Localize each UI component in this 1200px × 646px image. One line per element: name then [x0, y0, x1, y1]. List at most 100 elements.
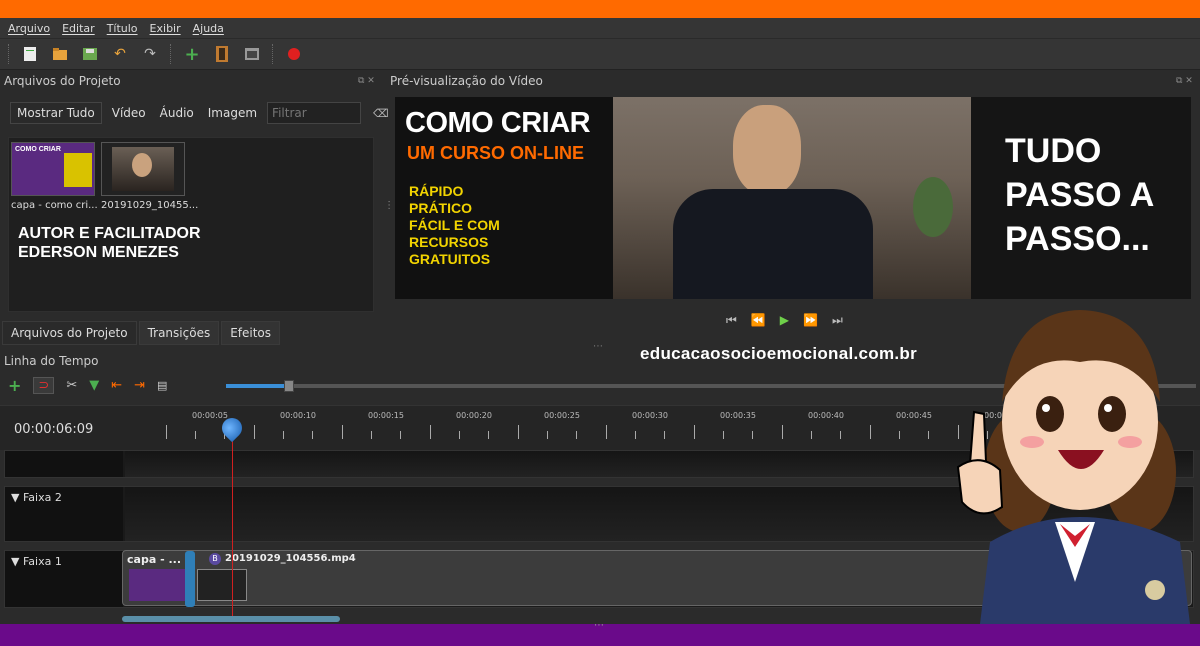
ruler-tick [811, 431, 812, 439]
tab-project-files[interactable]: Arquivos do Projeto [2, 321, 137, 345]
filter-video[interactable]: Vídeo [108, 102, 150, 124]
transition-marker[interactable] [185, 551, 195, 607]
menu-editar[interactable]: Editar [62, 22, 95, 35]
ruler-tick [400, 431, 401, 439]
file-thumb-video[interactable] [101, 142, 185, 196]
playhead-line[interactable] [232, 420, 233, 620]
tab-transitions[interactable]: Transições [138, 321, 220, 345]
ruler-tick [723, 431, 724, 439]
next-marker-icon[interactable]: ⇥ [134, 378, 145, 393]
jump-start-icon[interactable]: ⏮ [726, 313, 737, 328]
record-icon[interactable] [284, 44, 304, 64]
clear-filter-icon[interactable]: ⌫ [373, 107, 389, 120]
timeline-toolbar: + ⊃ ✂ ▼ ⇤ ⇥ ▤ [8, 376, 167, 395]
filter-bar: Mostrar Tudo Vídeo Áudio Imagem ⌫ [10, 102, 389, 124]
clip-capa-label: capa - ... [127, 553, 182, 566]
ruler-tick [576, 431, 577, 439]
zoom-slider-fill [226, 384, 288, 388]
redo-icon[interactable]: ↷ [140, 44, 160, 64]
add-marker-icon[interactable]: ▼ [89, 378, 99, 393]
snap-icon[interactable]: ⊃ [33, 377, 55, 394]
zoom-slider-handle[interactable] [284, 380, 294, 392]
ruler-tick-label: 00:00:15 [368, 411, 404, 420]
undo-icon[interactable]: ↶ [110, 44, 130, 64]
menu-bar: Arquivo Editar Título Exibir Ajuda [0, 18, 1200, 38]
tagline-line-2: PASSO A [1005, 176, 1155, 214]
subheadline: UM CURSO ON-LINE [407, 143, 584, 163]
thumb-title: COMO CRIAR [15, 146, 61, 153]
bottom-brand-bar: ⋯ [0, 620, 1200, 646]
ruler-tick-label: 00:00:10 [280, 411, 316, 420]
ruler-tick-label: 00:00:45 [896, 411, 932, 420]
track-label: ▼ Faixa 1 [5, 551, 123, 607]
menu-ajuda[interactable]: Ajuda [193, 22, 224, 35]
ruler-tick [547, 431, 548, 439]
fullscreen-icon[interactable] [242, 44, 262, 64]
feature-4: RECURSOS [409, 234, 489, 250]
title-card: COMO CRIAR UM CURSO ON-LINE RÁPIDO PRÁTI… [395, 97, 613, 299]
ruler-tick [928, 431, 929, 439]
plant-shape [913, 177, 953, 237]
ruler-tick [899, 431, 900, 439]
ruler-tick-label: 00:00:35 [720, 411, 756, 420]
feature-3: FÁCIL E COM [409, 217, 500, 233]
filter-show-all[interactable]: Mostrar Tudo [10, 102, 102, 124]
track-label: ▼ Faixa 2 [5, 487, 123, 541]
file-label-video: 20191029_10455... [101, 200, 199, 211]
open-project-icon[interactable] [50, 44, 70, 64]
ruler-tick [664, 431, 665, 439]
filter-audio[interactable]: Áudio [156, 102, 198, 124]
razor-icon[interactable]: ✂ [66, 378, 77, 393]
collapse-icon[interactable]: ▼ [11, 555, 19, 568]
ruler-tick [166, 425, 167, 439]
author-line-2: EDERSON MENEZES [18, 244, 179, 261]
ruler-tick-label: 00:00:05 [192, 411, 228, 420]
splitter-handle[interactable]: ⋯ [383, 200, 394, 210]
play-icon[interactable]: ▶ [780, 313, 789, 328]
tagline-line-1: TUDO [1005, 132, 1102, 170]
feature-5: GRATUITOS [409, 251, 491, 267]
menu-arquivo[interactable]: Arquivo [8, 22, 50, 35]
bottom-tabs: Arquivos do Projeto Transições Efeitos [2, 321, 281, 345]
tagline-line-3: PASSO... [1005, 220, 1150, 258]
add-track-icon[interactable]: + [8, 376, 21, 395]
face-shape [132, 153, 152, 177]
jump-end-icon[interactable]: ⏭ [832, 313, 843, 328]
new-project-icon[interactable] [20, 44, 40, 64]
previous-marker-icon[interactable]: ⇤ [111, 378, 122, 393]
dock-buttons-icon[interactable]: ⧉ ✕ [1176, 76, 1193, 86]
ruler-tick [606, 425, 607, 439]
file-thumb-capa[interactable]: COMO CRIAR [11, 142, 95, 196]
fast-forward-icon[interactable]: ⏩ [803, 313, 818, 328]
menu-titulo[interactable]: Título [107, 22, 138, 35]
ruler-tick-label: 00:00:30 [632, 411, 668, 420]
ruler-tick [283, 431, 284, 439]
thumb-yellow-block [64, 153, 92, 187]
filter-image[interactable]: Imagem [204, 102, 261, 124]
import-files-icon[interactable]: + [182, 44, 202, 65]
splitter-handle[interactable]: ⋯ [593, 341, 603, 352]
ruler-tick [371, 431, 372, 439]
save-project-icon[interactable] [80, 44, 100, 64]
filter-input[interactable] [267, 102, 362, 124]
ruler-tick [635, 431, 636, 439]
main-toolbar: ↶ ↷ + [0, 38, 1200, 70]
menu-exibir[interactable]: Exibir [150, 22, 181, 35]
center-timeline-icon[interactable]: ▤ [157, 379, 167, 392]
tagline: TUDO PASSO A PASSO... [1005, 129, 1154, 261]
collapse-icon[interactable]: ▼ [11, 491, 19, 504]
ruler-tick [195, 431, 196, 439]
profile-icon[interactable] [212, 44, 232, 64]
ruler-tick [459, 431, 460, 439]
dock-buttons-icon[interactable]: ⧉ ✕ [358, 76, 375, 86]
toolbar-separator [8, 44, 10, 64]
tab-effects[interactable]: Efeitos [221, 321, 281, 345]
author-overlay: AUTOR E FACILITADOR EDERSON MENEZES [18, 224, 201, 262]
preview-panel-title: Pré-visualização do Vídeo [390, 74, 543, 88]
rewind-icon[interactable]: ⏪ [751, 313, 766, 328]
ruler-tick [488, 431, 489, 439]
timeline-scrollbar[interactable] [122, 616, 340, 622]
track-name-1: Faixa 1 [22, 555, 62, 568]
ruler-tick [752, 431, 753, 439]
splitter-handle[interactable]: ⋯ [594, 620, 604, 631]
